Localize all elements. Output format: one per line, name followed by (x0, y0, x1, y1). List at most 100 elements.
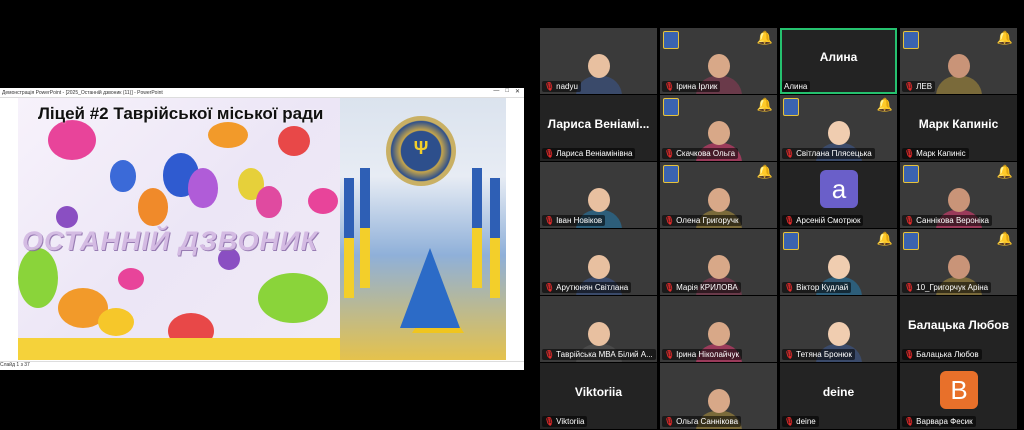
participant-display-name: Балацька Любов (908, 318, 1009, 332)
participant-tile[interactable]: 🔔 🎙 Світлана Плясецька (780, 95, 897, 161)
balloon (110, 160, 136, 192)
slide-art-text: ОСТАННІЙ ДЗВОНИК (22, 226, 319, 256)
bell-decoration-icon: 🔔 (996, 30, 1013, 45)
mic-muted-icon: 🎙 (904, 283, 915, 292)
mic-muted-icon: 🎙 (784, 350, 795, 359)
participant-name-label: 🎙 Балацька Любов (902, 349, 982, 360)
participant-tile[interactable]: 🎙 Тетяна Бронюк (780, 296, 897, 362)
mic-muted-icon: 🎙 (784, 216, 795, 225)
bell-decoration-icon: 🔔 (996, 164, 1013, 179)
mic-muted-icon: 🎙 (904, 82, 915, 91)
participant-tile[interactable]: Viktoriia 🎙 Viktoriia (540, 363, 657, 429)
participant-name: deine (796, 417, 816, 426)
mic-muted-icon: 🎙 (904, 350, 915, 359)
participant-name: nadyu (556, 82, 578, 91)
participant-name-label: 🎙 Іван Новіков (542, 215, 606, 226)
window-controls: — □ ✕ (493, 88, 520, 95)
slide-illustration: Ψ (340, 98, 506, 360)
participant-name-label: Алина (782, 81, 811, 92)
crest-icon (663, 98, 679, 116)
participant-name-label: 🎙 Світлана Плясецька (782, 148, 875, 159)
participant-name-label: 🎙 Марія КРИЛОВА (662, 282, 741, 293)
participant-tile[interactable]: a 🎙 Арсеній Смотрюк (780, 162, 897, 228)
participant-video (935, 54, 982, 94)
minimize-icon: — (493, 88, 500, 94)
participant-tile[interactable]: 🎙 nadyu (540, 28, 657, 94)
participant-tile[interactable]: 🎙 Ольга Саннікова (660, 363, 777, 429)
participant-name: Тетяна Бронюк (796, 350, 852, 359)
participant-tile[interactable]: Алина Алина (780, 28, 897, 94)
participant-avatar: a (820, 170, 858, 208)
participant-name-label: 🎙 Ірина Ірлик (662, 81, 721, 92)
participant-tile[interactable]: 🔔 🎙 Ірина Ірлик (660, 28, 777, 94)
crest-icon (903, 165, 919, 183)
participant-name: Лариса Веніамінівна (556, 149, 633, 158)
participant-name: Скачкова Ольга (676, 149, 736, 158)
participant-tile[interactable]: 🎙 Іван Новіков (540, 162, 657, 228)
crest-icon (903, 232, 919, 250)
participant-name: Віктор Кудлай (796, 283, 849, 292)
mic-muted-icon: 🎙 (904, 417, 915, 426)
participant-display-name: Viktoriia (574, 385, 623, 399)
participant-name-label: 🎙 Скачкова Ольга (662, 148, 739, 159)
participant-name-label: 🎙 deine (782, 416, 819, 427)
participant-name-label: 🎙 Тетяна Бронюк (782, 349, 855, 360)
presentation-slide: ОСТАННІЙ ДЗВОНИК Ліцей #2 Таврійської мі… (18, 98, 506, 360)
confetti-dot (56, 206, 78, 228)
participant-name-label: 🎙 Олена Григоручк (662, 215, 742, 226)
participant-tile[interactable]: Марк Капиніс 🎙 Марк Капиніс (900, 95, 1017, 161)
mic-muted-icon: 🎙 (784, 149, 795, 158)
participant-name-label: 🎙 Варвара Фесик (902, 416, 976, 427)
participant-tile[interactable]: 🎙 Арутюнян Світлана (540, 229, 657, 295)
bell-decoration-icon: 🔔 (876, 97, 893, 112)
participant-name-label: 🎙 Ольга Саннікова (662, 416, 742, 427)
participant-name-label: 🎙 Арсеній Смотрюк (782, 215, 864, 226)
shared-window-titlebar: Демонстрація PowerPoint - [2025_Останній… (0, 88, 524, 98)
participant-name: Ольга Саннікова (676, 417, 739, 426)
slide-title: Ліцей #2 Таврійської міської ради (38, 104, 324, 123)
participant-name: Ірина Ірлик (676, 82, 718, 91)
shared-screen: Демонстрація PowerPoint - [2025_Останній… (0, 88, 524, 370)
confetti-dot (308, 188, 338, 214)
participant-tile[interactable]: B 🎙 Варвара Фесик (900, 363, 1017, 429)
participant-tile[interactable]: 🎙 Ірина Ніколайчук (660, 296, 777, 362)
participant-name-label: 🎙 nadyu (542, 81, 581, 92)
participant-tile[interactable]: 🔔 🎙 Олена Григоручк (660, 162, 777, 228)
participant-display-name: Марк Капиніс (918, 117, 999, 131)
confetti-dot (278, 126, 310, 156)
mic-muted-icon: 🎙 (544, 350, 555, 359)
mic-muted-icon: 🎙 (784, 417, 795, 426)
participant-name: ЛЕВ (916, 82, 933, 91)
crest-icon (903, 31, 919, 49)
bell-decoration-icon: 🔔 (876, 231, 893, 246)
mic-muted-icon: 🎙 (664, 417, 675, 426)
mic-muted-icon: 🎙 (544, 82, 555, 91)
slide-counter: Слайд 1 з 37 (0, 362, 30, 368)
bell-decoration-icon: 🔔 (996, 231, 1013, 246)
participant-avatar: B (940, 371, 978, 409)
participant-tile[interactable]: deine 🎙 deine (780, 363, 897, 429)
crest-icon (663, 165, 679, 183)
confetti-dot (18, 248, 58, 308)
participant-tile[interactable]: 🎙 Таврійська МВА Білий А... (540, 296, 657, 362)
mic-muted-icon: 🎙 (904, 216, 915, 225)
dancer-figure (400, 248, 460, 328)
participant-name: Марк Капиніс (916, 149, 966, 158)
participant-tile[interactable]: 🔔 🎙 Віктор Кудлай (780, 229, 897, 295)
participant-tile[interactable]: 🎙 Марія КРИЛОВА (660, 229, 777, 295)
participant-tile[interactable]: Балацька Любов 🎙 Балацька Любов (900, 296, 1017, 362)
participant-tile[interactable]: Лариса Веніамі... 🎙 Лариса Веніамінівна (540, 95, 657, 161)
crest-icon (663, 31, 679, 49)
close-icon: ✕ (514, 89, 520, 95)
participant-tile[interactable]: 🔔 🎙 ЛЕВ (900, 28, 1017, 94)
participant-tile[interactable]: 🔔 🎙 10_Григорчук Аріна (900, 229, 1017, 295)
shared-window-title: Демонстрація PowerPoint - [2025_Останній… (2, 89, 163, 96)
mic-muted-icon: 🎙 (664, 82, 675, 91)
participant-name: Ірина Ніколайчук (676, 350, 740, 359)
maximize-icon: □ (505, 88, 509, 94)
participant-tile[interactable]: 🔔 🎙 Саннікова Вероніка (900, 162, 1017, 228)
participant-name-label: 🎙 Марк Капиніс (902, 148, 969, 159)
participant-tile[interactable]: 🔔 🎙 Скачкова Ольга (660, 95, 777, 161)
mic-muted-icon: 🎙 (664, 149, 675, 158)
confetti-dot (258, 273, 328, 323)
